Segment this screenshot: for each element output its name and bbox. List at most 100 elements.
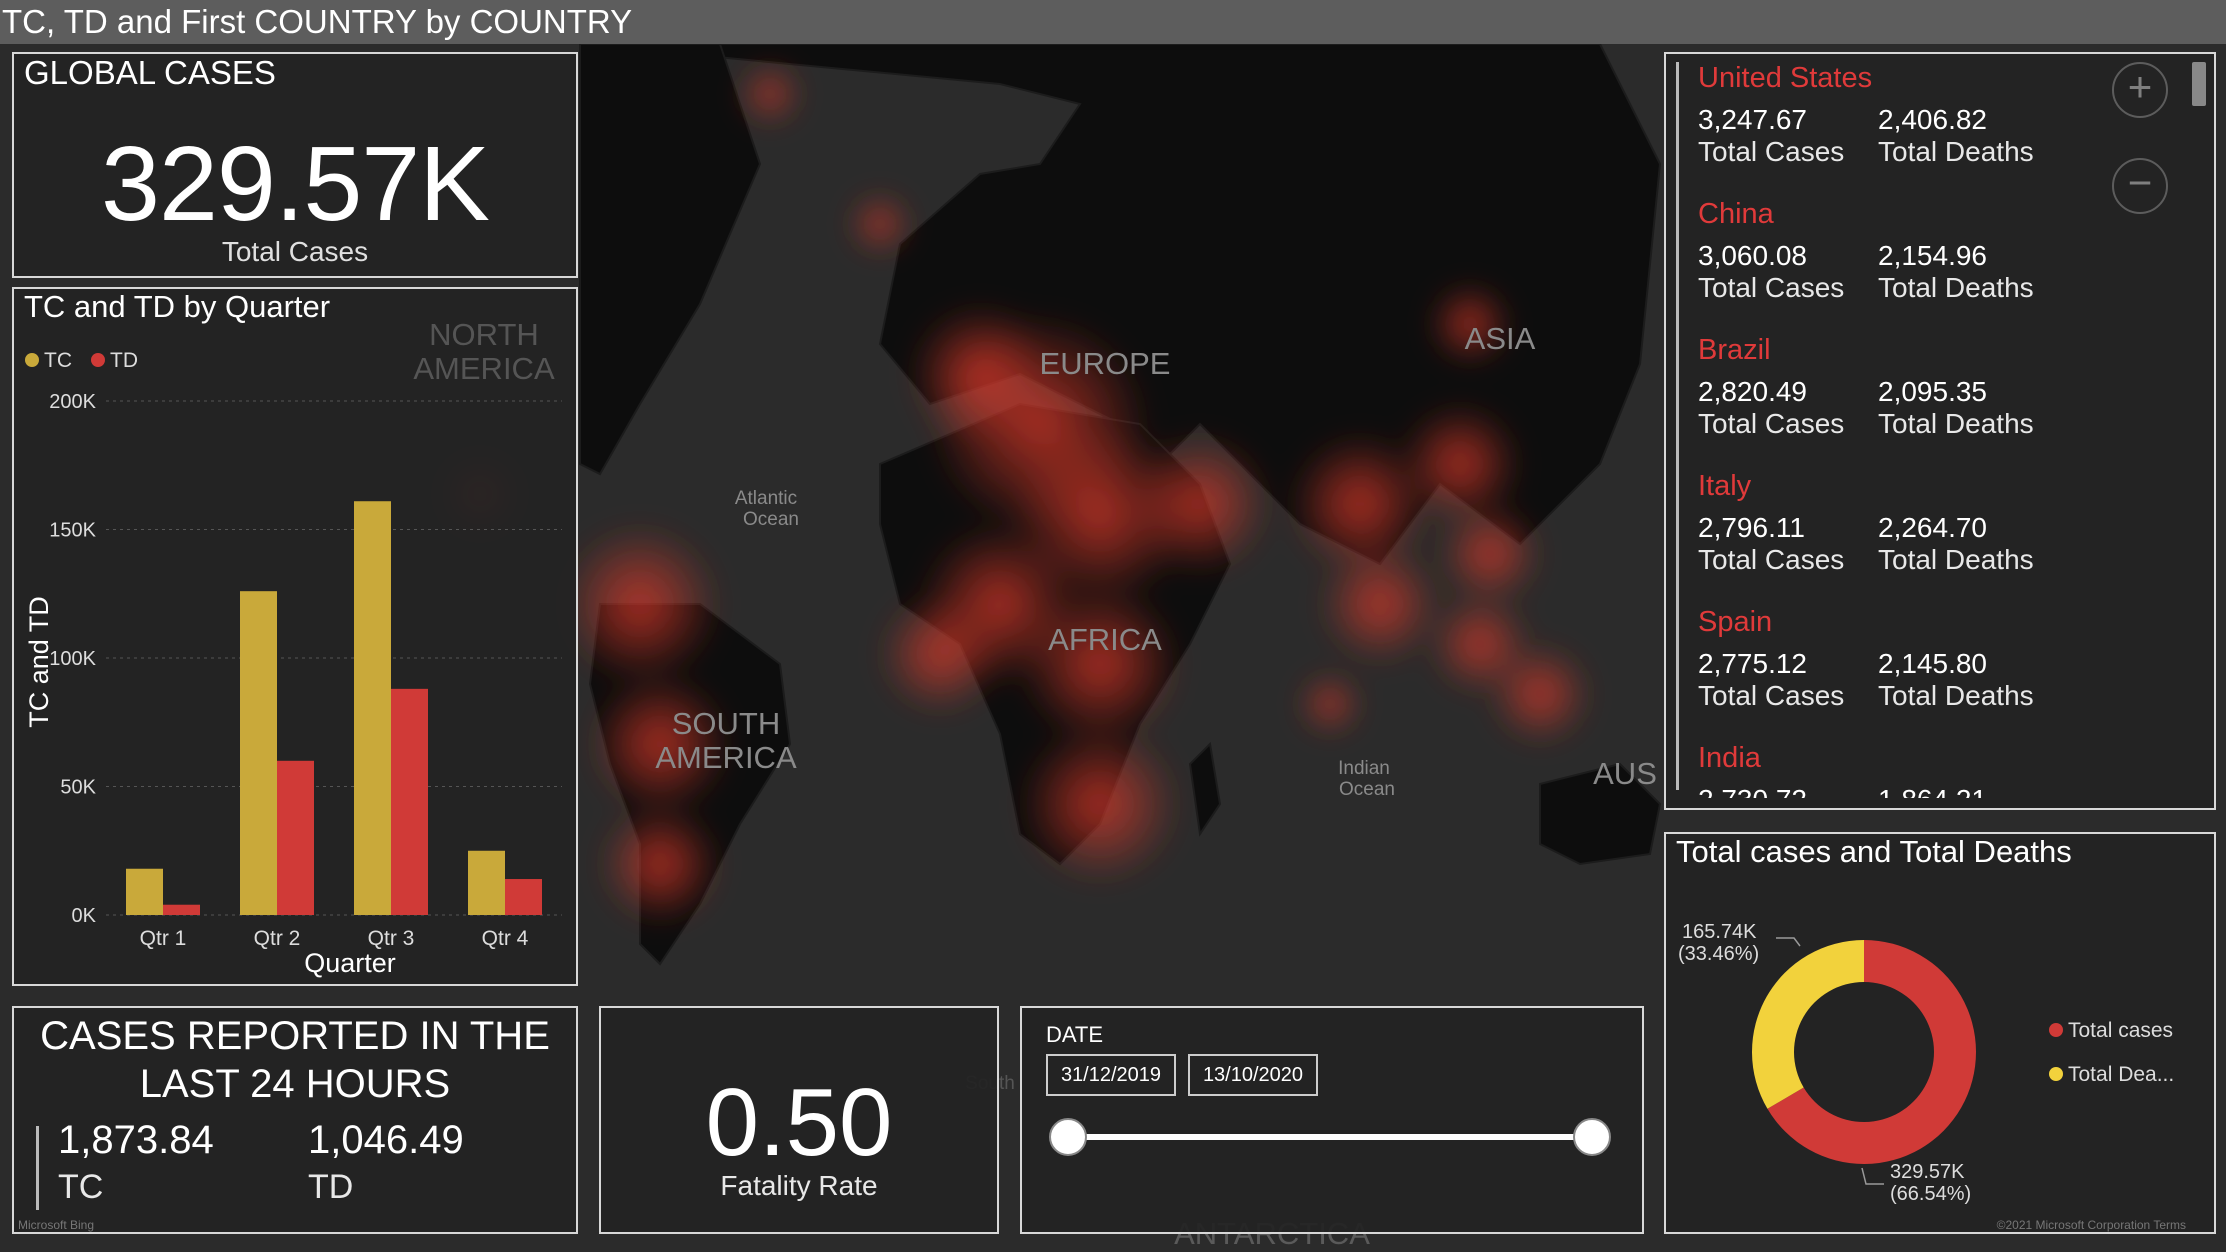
country-total-cases-label: Total Cases <box>1698 408 1845 439</box>
country-total-cases-value: 2,775.12 <box>1698 648 1807 679</box>
y-axis-label: TC and TD <box>24 596 54 728</box>
donut-legend-deaths-dot <box>2049 1067 2063 1081</box>
bar-td-qtr-2[interactable] <box>277 760 314 915</box>
date-range-end-handle[interactable] <box>1573 1118 1611 1156</box>
y-tick-label: 150K <box>49 520 96 542</box>
map-label-asia: ASIA <box>1465 321 1536 356</box>
country-total-deaths-value: 1,864.21 <box>1878 784 1987 798</box>
country-row[interactable]: United States 3,247.67 2,406.82 Total Cases… <box>1698 62 2116 167</box>
legend-td-dot <box>91 353 105 367</box>
map-label-indian-1: Indian <box>1338 758 1390 779</box>
y-tick-label: 50K <box>60 777 96 799</box>
legend-td-label[interactable]: TD <box>110 349 138 372</box>
last-24-divider <box>36 1126 39 1210</box>
country-total-deaths-label: Total Deaths <box>1878 408 2034 439</box>
global-cases-label: Total Cases <box>221 236 369 267</box>
country-name: Brazil <box>1698 334 1771 366</box>
map-label-atlantic-2: Ocean <box>743 509 799 530</box>
bar-tc-qtr-4[interactable] <box>468 850 505 915</box>
bar-tc-qtr-2[interactable] <box>240 591 277 915</box>
fatality-rate-value: 0.50 <box>705 1069 893 1176</box>
country-row[interactable]: Brazil 2,820.49 2,095.35 Total Cases Total D… <box>1698 334 2116 439</box>
country-total-deaths-label: Total Deaths <box>1878 272 2034 303</box>
map-label-indian-2: Ocean <box>1339 779 1395 800</box>
bar-td-qtr-3[interactable] <box>391 688 428 915</box>
country-name: Spain <box>1698 606 1773 638</box>
country-total-cases-label: Total Cases <box>1698 544 1845 575</box>
map-label-north-america-2: AMERICA <box>413 351 555 386</box>
map-label-europe: EUROPE <box>1040 346 1171 381</box>
ms-credit: ©2021 Microsoft Corporation Terms <box>1996 1218 2186 1232</box>
country-total-cases-value: 3,247.67 <box>1698 104 1807 135</box>
country-name: China <box>1698 198 1774 230</box>
donut-cases-value: 329.57K <box>1890 1161 1965 1183</box>
donut-legend-deaths[interactable]: Total Dea... <box>2068 1063 2174 1086</box>
country-total-cases-label: Total Cases <box>1698 136 1845 167</box>
donut-slice-total-deaths[interactable] <box>1752 940 1864 1109</box>
zoom-in-button[interactable]: + <box>2112 62 2168 118</box>
start-date-input[interactable]: 31/12/2019 <box>1046 1054 1176 1096</box>
bar-tc-qtr-3[interactable] <box>354 501 391 915</box>
country-name: United States <box>1698 62 1873 94</box>
country-total-deaths-value: 2,095.35 <box>1878 376 1987 407</box>
country-row[interactable]: China 3,060.08 2,154.96 Total Cases Total De… <box>1698 198 2116 303</box>
date-slicer[interactable]: DATE 31/12/2019 13/10/2020 <box>1020 1006 1644 1234</box>
donut-card[interactable]: Total cases and Total Deaths 165.74K (33… <box>1664 832 2216 1234</box>
country-total-deaths-value: 2,145.80 <box>1878 648 1987 679</box>
country-list-card[interactable]: United States 3,247.67 2,406.82 Total Cases… <box>1664 52 2216 810</box>
x-tick-label: Qtr 2 <box>254 927 301 950</box>
country-total-deaths-label: Total Deaths <box>1878 136 2034 167</box>
last-24-hours-title-line1: CASES REPORTED IN THE <box>40 1014 550 1058</box>
legend-tc-label[interactable]: TC <box>44 349 72 372</box>
zoom-out-button[interactable]: − <box>2112 158 2168 214</box>
map-label-africa: AFRICA <box>1048 622 1162 657</box>
fatality-rate-label: Fatality Rate <box>720 1170 878 1201</box>
y-tick-label: 200K <box>49 391 96 413</box>
country-list[interactable]: United States 3,247.67 2,406.82 Total Cases… <box>1676 54 2116 798</box>
fatality-rate-card: 0.50 Fatality Rate <box>599 1006 999 1234</box>
date-slicer-title: DATE <box>1046 1022 1104 1047</box>
country-total-deaths-label: Total Deaths <box>1878 544 2034 575</box>
country-row[interactable]: Spain 2,775.12 2,145.80 Total Cases Total De… <box>1698 606 2116 711</box>
donut-deaths-value: 165.74K <box>1682 921 1757 943</box>
last-24-hours-title: CASES REPORTED IN THE LAST 24 HOURS <box>14 1012 576 1108</box>
map-label-australia: AUS <box>1593 756 1657 791</box>
global-cases-title: GLOBAL CASES <box>24 54 276 91</box>
country-total-cases-label: Total Cases <box>1698 272 1845 303</box>
quarter-bar-chart[interactable]: NORTH AMERICA TC TD 0K 50K 100K 150K 200K Qt… <box>14 289 576 984</box>
quarter-chart-card[interactable]: TC and TD by Quarter NORTH AMERICA TC TD… <box>12 287 578 986</box>
date-range-track[interactable] <box>1068 1134 1592 1140</box>
country-total-cases-label: Total Cases <box>1698 680 1845 711</box>
tc-24h-value: 1,873.84 <box>58 1118 214 1162</box>
country-name: India <box>1698 742 1761 774</box>
country-total-deaths-value: 2,406.82 <box>1878 104 1987 135</box>
x-tick-label: Qtr 4 <box>482 927 529 950</box>
country-total-cases-value: 2,820.49 <box>1698 376 1807 407</box>
bing-credit: Microsoft Bing <box>18 1218 95 1232</box>
map-label-south-america-1: SOUTH <box>672 706 781 741</box>
global-cases-value: 329.57K <box>101 125 490 243</box>
map-label-atlantic-1: Atlantic <box>735 488 797 509</box>
donut-legend-cases[interactable]: Total cases <box>2068 1019 2173 1042</box>
country-list-divider <box>1676 62 1679 790</box>
tc-24h-label: TC <box>58 1168 104 1206</box>
bar-td-qtr-1[interactable] <box>163 904 200 915</box>
country-total-cases-value: 3,060.08 <box>1698 240 1807 271</box>
country-total-deaths-value: 2,154.96 <box>1878 240 1987 271</box>
map-label-north-america-1: NORTH <box>429 317 539 352</box>
bar-td-qtr-4[interactable] <box>505 879 542 915</box>
country-name: Italy <box>1698 470 1752 502</box>
country-total-cases-value: 2,730.72 <box>1698 784 1807 798</box>
x-axis-label: Quarter <box>304 948 396 978</box>
y-tick-label: 100K <box>49 648 96 670</box>
country-row[interactable]: India2,730.721,864.21Total CasesTotal De… <box>1698 742 2116 798</box>
country-row[interactable]: Italy 2,796.11 2,264.70 Total Cases Total De… <box>1698 470 2116 575</box>
bar-tc-qtr-1[interactable] <box>126 868 163 915</box>
td-24h-value: 1,046.49 <box>308 1118 464 1162</box>
cases-deaths-donut[interactable]: 165.74K (33.46%) 329.57K (66.54%) Total … <box>1666 834 2214 1232</box>
date-range-start-handle[interactable] <box>1049 1118 1087 1156</box>
country-list-scrollbar[interactable] <box>2192 62 2206 106</box>
end-date-input[interactable]: 13/10/2020 <box>1188 1054 1318 1096</box>
country-total-deaths-label: Total Deaths <box>1878 680 2034 711</box>
y-tick-label: 0K <box>72 905 97 927</box>
